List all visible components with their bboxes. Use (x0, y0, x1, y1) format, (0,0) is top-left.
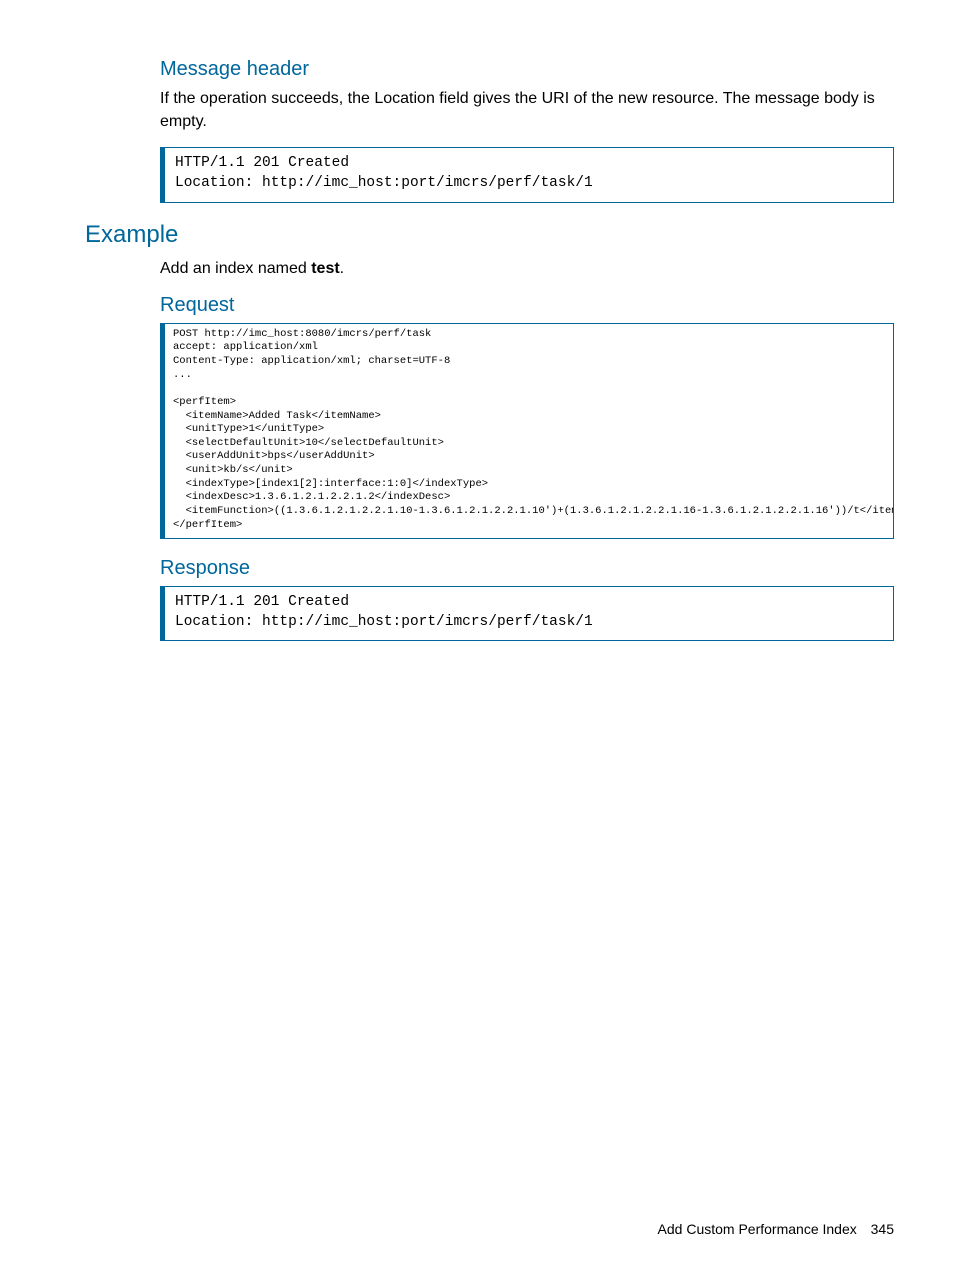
example-heading: Example (85, 221, 894, 249)
message-header-codebox: HTTP/1.1 201 Created Location: http://im… (160, 147, 894, 202)
example-intro-bold: test (311, 260, 339, 277)
message-header-paragraph: If the operation succeeds, the Location … (160, 87, 894, 133)
footer-page-number: 345 (871, 1221, 894, 1237)
response-codebox: HTTP/1.1 201 Created Location: http://im… (160, 586, 894, 641)
request-codebox: POST http://imc_host:8080/imcrs/perf/tas… (160, 323, 894, 540)
response-heading: Response (160, 557, 894, 580)
example-intro: Add an index named test. (160, 257, 894, 280)
page-footer: Add Custom Performance Index 345 (658, 1221, 894, 1237)
example-intro-prefix: Add an index named (160, 260, 311, 277)
footer-title: Add Custom Performance Index (658, 1221, 857, 1237)
request-heading: Request (160, 294, 894, 317)
example-intro-suffix: . (340, 260, 344, 277)
message-header-heading: Message header (160, 58, 894, 81)
